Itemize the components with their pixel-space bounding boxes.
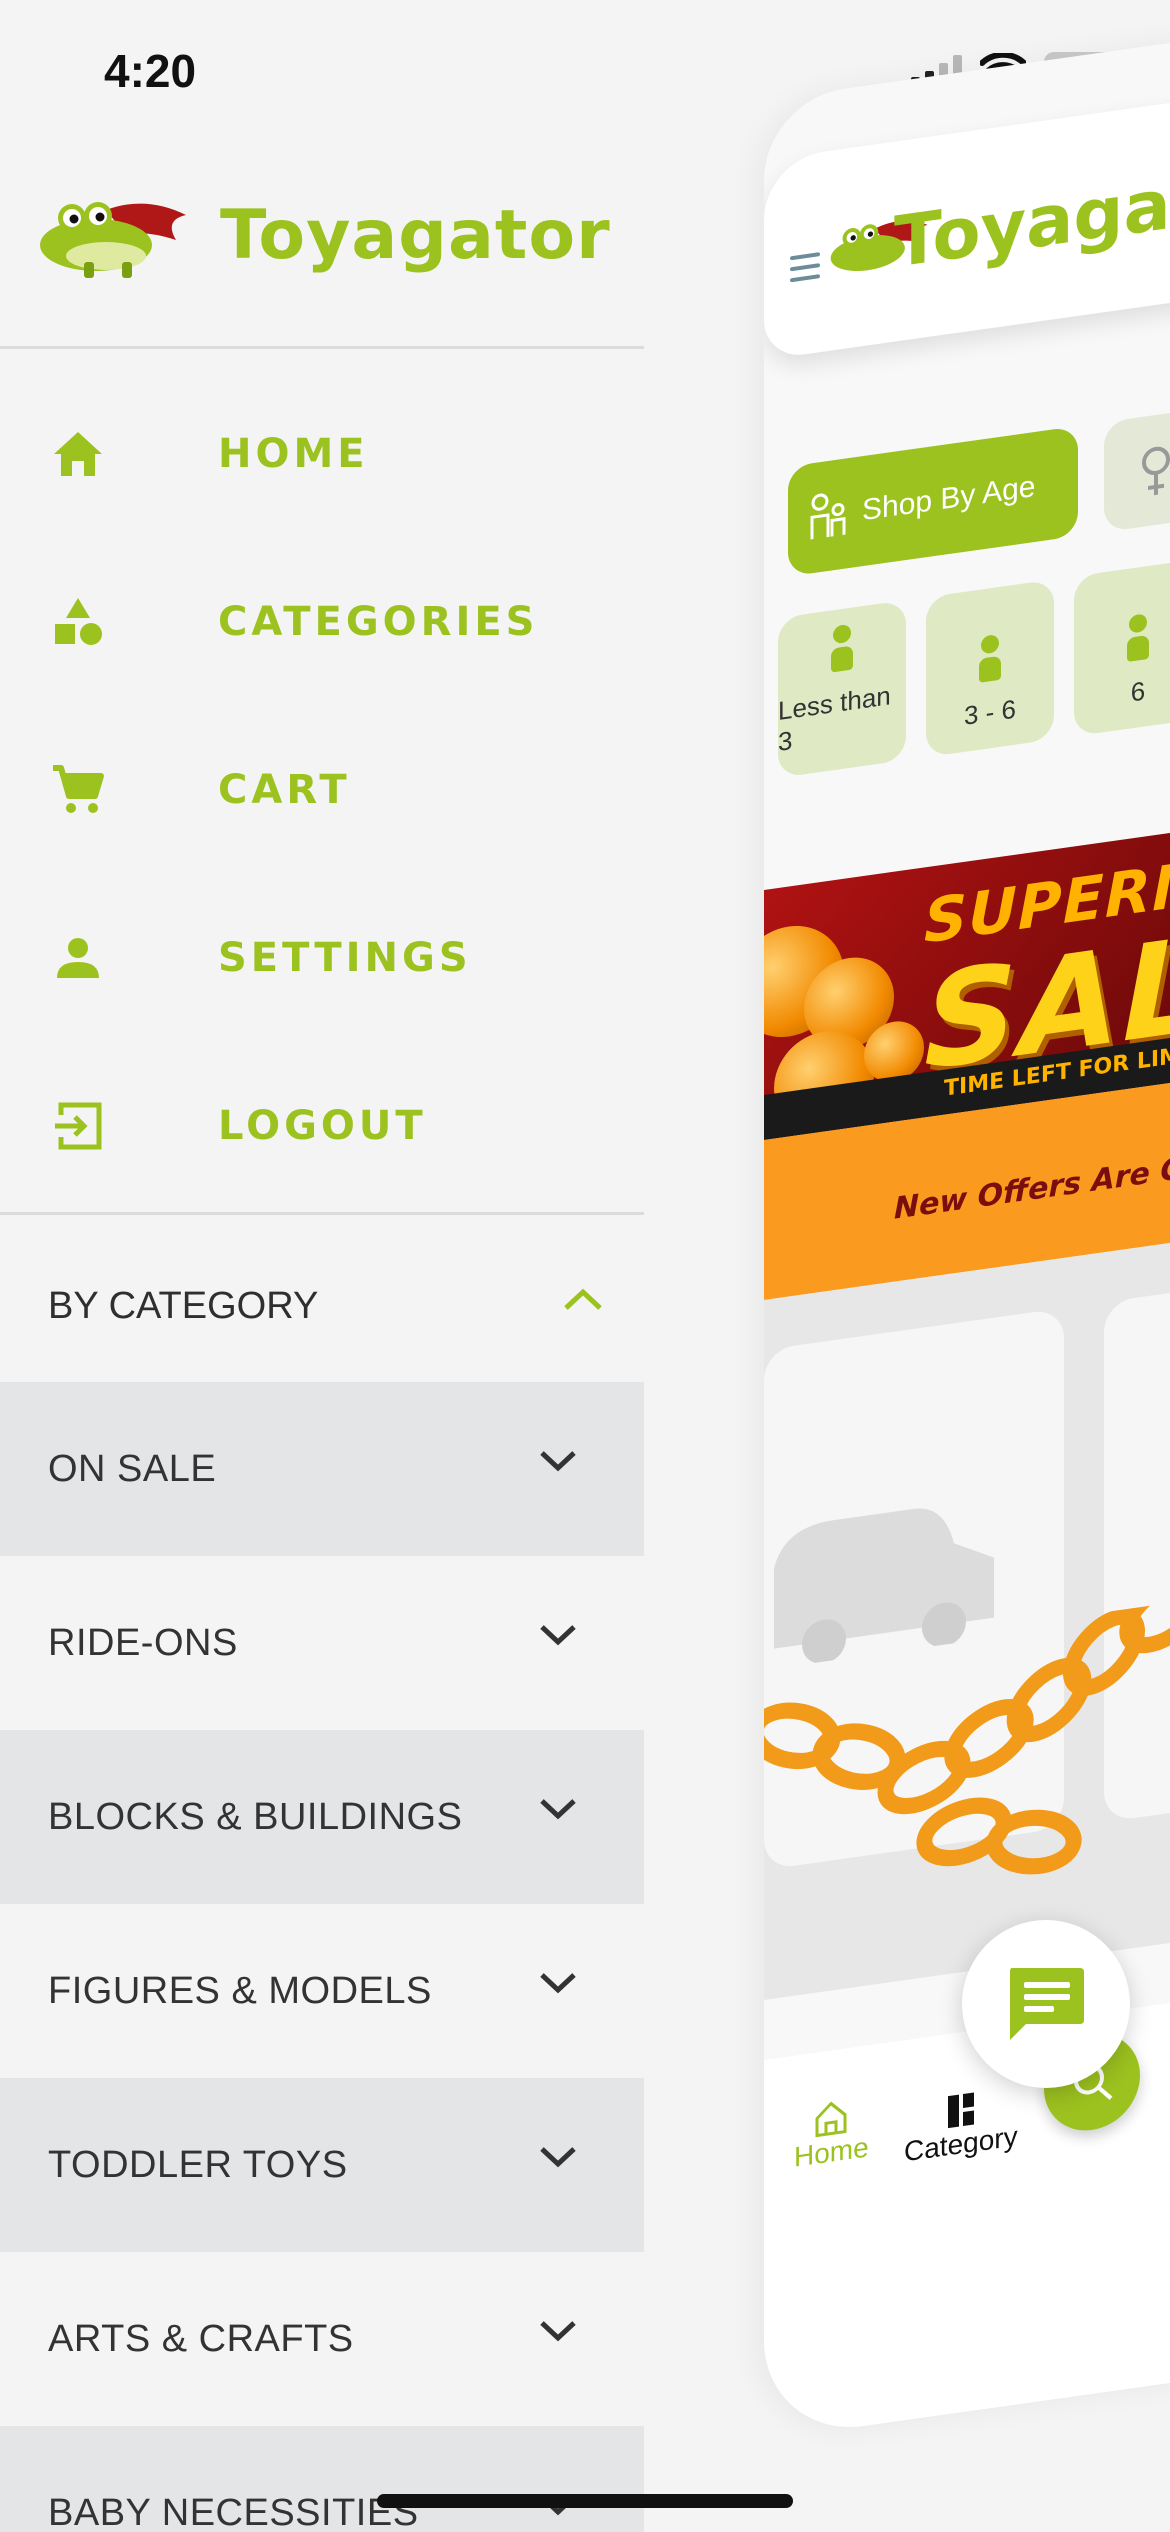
child-icon-body <box>831 645 853 673</box>
child-icon <box>981 633 999 655</box>
nav-label: CART <box>218 767 351 813</box>
age-card-label: Less than 3 <box>778 680 891 758</box>
category-label: FIGURES & MODELS <box>48 1969 432 2012</box>
age-card[interactable]: Less than 3 <box>778 600 906 779</box>
chat-icon <box>1010 1968 1084 2040</box>
bottom-nav-category[interactable]: Category <box>904 2084 1018 2168</box>
category-label: BABY NECESSITIES <box>48 2491 419 2532</box>
divider <box>0 1212 644 1215</box>
by-category-toggle[interactable]: BY CATEGORY <box>0 1230 644 1382</box>
logout-icon <box>48 1096 108 1156</box>
divider <box>0 346 644 349</box>
gender-icon <box>1142 446 1170 496</box>
shapes-icon <box>48 592 108 652</box>
age-card-label: 6 <box>1130 675 1146 708</box>
bottom-nav-category-label: Category <box>904 2120 1018 2168</box>
category-item-arts-crafts[interactable]: ARTS & CRAFTS <box>0 2252 644 2426</box>
bottom-nav-home[interactable]: Home <box>794 2095 869 2173</box>
home-indicator[interactable] <box>377 2494 793 2508</box>
category-item-toddler-toys[interactable]: TODDLER TOYS <box>0 2078 644 2252</box>
category-grid-icon <box>947 2092 974 2129</box>
bottom-nav-home-label: Home <box>794 2131 869 2173</box>
app-preview[interactable]: Toyaga Shop By Age Less than 3 3 - 6 6 S… <box>764 21 1170 2441</box>
category-item-figures-models[interactable]: FIGURES & MODELS <box>0 1904 644 2078</box>
chevron-up-icon <box>564 1288 602 1310</box>
category-label: TODDLER TOYS <box>48 2143 348 2186</box>
category-label: RIDE-ONS <box>48 1621 238 1664</box>
chevron-down-icon <box>540 1799 576 1820</box>
category-label: ARTS & CRAFTS <box>48 2317 354 2360</box>
chat-button[interactable] <box>962 1920 1130 2088</box>
chevron-down-icon <box>540 2147 576 2168</box>
home-icon <box>48 424 108 484</box>
person-icon <box>48 928 108 988</box>
section-title: BY CATEGORY <box>48 1284 319 1327</box>
child-icon <box>833 623 851 645</box>
nav-label: SETTINGS <box>218 935 472 981</box>
chevron-down-icon <box>540 1625 576 1646</box>
category-label: ON SALE <box>48 1447 217 1490</box>
category-item-baby-necessities[interactable]: BABY NECESSITIES <box>0 2426 644 2532</box>
shop-by-age-label: Shop By Age <box>862 469 1036 528</box>
shop-by-gender-pill[interactable] <box>1104 405 1170 533</box>
nav-label: LOGOUT <box>218 1103 427 1149</box>
category-list: ON SALE RIDE-ONS BLOCKS & BUILDINGS FIGU… <box>0 1382 644 2532</box>
hamburger-icon[interactable] <box>790 252 820 289</box>
chevron-down-icon <box>540 2321 576 2342</box>
child-icon <box>1129 613 1147 634</box>
age-card[interactable]: 6 <box>1074 558 1170 737</box>
age-card-label: 3 - 6 <box>963 693 1017 731</box>
category-item-ride-ons[interactable]: RIDE-ONS <box>0 1556 644 1730</box>
nav-item-categories[interactable]: CATEGORIES <box>0 538 644 706</box>
chevron-down-icon <box>540 1973 576 1994</box>
app-preview-content: Toyaga Shop By Age Less than 3 3 - 6 6 S… <box>764 21 1170 2440</box>
nav-item-settings[interactable]: SETTINGS <box>0 874 644 1042</box>
nav-label: CATEGORIES <box>218 599 539 645</box>
app-preview-screen[interactable]: Toyaga Shop By Age Less than 3 3 - 6 6 S… <box>764 21 1170 2441</box>
home-outline-icon <box>815 2101 847 2138</box>
nav-label: HOME <box>218 431 369 477</box>
category-item-on-sale[interactable]: ON SALE <box>0 1382 644 1556</box>
brand-name: Toyagator <box>220 195 611 275</box>
offers-text: New Offers Are Com <box>894 1143 1170 1227</box>
nav-item-home[interactable]: HOME <box>0 370 644 538</box>
category-item-blocks-buildings[interactable]: BLOCKS & BUILDINGS <box>0 1730 644 1904</box>
cart-icon <box>48 760 108 820</box>
age-card[interactable]: 3 - 6 <box>926 579 1054 758</box>
kids-icon <box>810 493 846 540</box>
main-nav: HOME CATEGORIES CART SETTINGS LOGOUT <box>0 370 644 1210</box>
gator-mascot-icon <box>40 202 186 278</box>
shop-by-age-pill[interactable]: Shop By Age <box>788 425 1078 577</box>
category-label: BLOCKS & BUILDINGS <box>48 1795 463 1838</box>
child-icon-body <box>1127 634 1149 662</box>
nav-item-logout[interactable]: LOGOUT <box>0 1042 644 1210</box>
chevron-down-icon <box>540 1451 576 1472</box>
brand-logo[interactable]: Toyagator <box>36 190 611 280</box>
side-drawer: Toyagator HOME CATEGORIES CART SETTINGS … <box>0 0 644 2532</box>
child-icon-body <box>979 655 1001 683</box>
nav-item-cart[interactable]: CART <box>0 706 644 874</box>
